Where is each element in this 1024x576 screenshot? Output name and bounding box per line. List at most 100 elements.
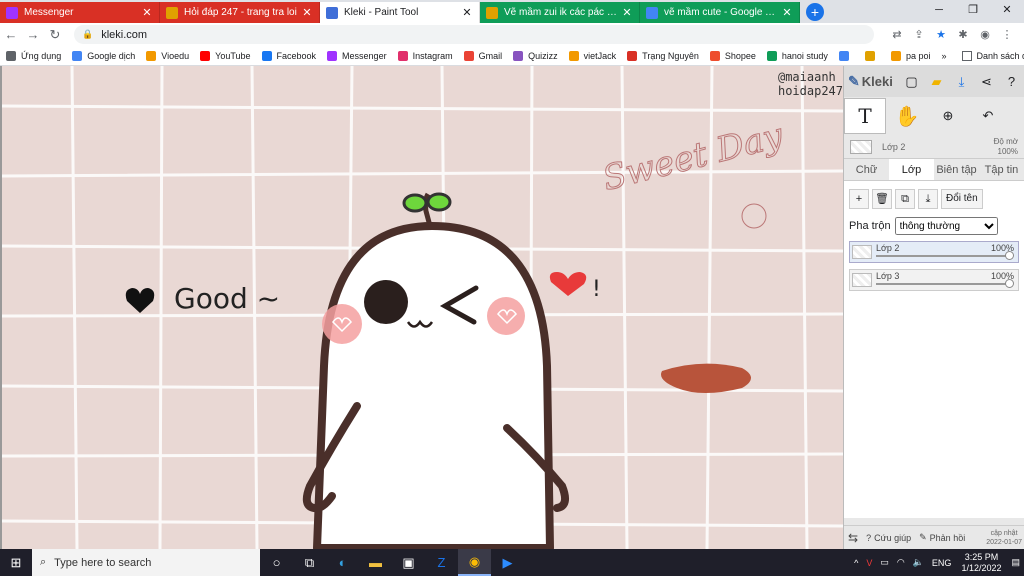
layer-item[interactable]: Lớp 2 100% bbox=[849, 241, 1019, 263]
bookmark-item-l[interactable] bbox=[838, 50, 854, 61]
close-tab-icon[interactable]: ✕ bbox=[781, 6, 793, 19]
bookmark-item[interactable]: vietJack bbox=[568, 50, 616, 61]
store-icon[interactable]: ▣ bbox=[392, 549, 425, 576]
profile-icon[interactable]: ◉ bbox=[974, 28, 996, 41]
zoom-icon[interactable]: ▶ bbox=[491, 549, 524, 576]
drawing-canvas[interactable]: Sweet Day ! @maiaanh hoidap247 Good ~ bbox=[0, 66, 843, 549]
browser-tab[interactable]: Kleki - Paint Tool ✕ bbox=[320, 2, 480, 23]
zalo-icon[interactable]: Z bbox=[425, 549, 458, 576]
close-tab-icon[interactable]: ✕ bbox=[461, 6, 473, 19]
add-layer-icon[interactable]: + bbox=[849, 189, 869, 209]
layer-item[interactable]: Lớp 3 100% bbox=[849, 269, 1019, 291]
blend-mode-select[interactable]: thông thường bbox=[894, 217, 998, 235]
bookmark-item[interactable]: Gmail bbox=[463, 50, 502, 61]
text-tool[interactable]: T bbox=[844, 98, 886, 134]
layer-opacity-knob[interactable] bbox=[1005, 251, 1014, 260]
edge-icon[interactable]: ◐ bbox=[326, 549, 359, 576]
bookmark-item[interactable]: Vioedu bbox=[146, 50, 189, 61]
close-tab-icon[interactable]: ✕ bbox=[301, 6, 313, 19]
more-bookmarks-button[interactable]: » bbox=[941, 51, 946, 61]
help-icon[interactable]: ? bbox=[999, 74, 1024, 90]
task-view-icon[interactable]: ⧉ bbox=[293, 549, 326, 576]
bookmark-icon bbox=[72, 50, 83, 61]
bookmark-icon bbox=[766, 50, 777, 61]
bookmark-item[interactable]: Shopee bbox=[709, 50, 756, 61]
swap-icon[interactable]: ⇆ bbox=[848, 531, 858, 545]
bookmark-item[interactable]: Instagram bbox=[397, 50, 453, 61]
chrome-icon[interactable]: ◉ bbox=[458, 549, 491, 576]
translate-icon[interactable]: ⇄ bbox=[886, 28, 908, 41]
restore-icon[interactable]: ❐ bbox=[956, 0, 990, 21]
extensions-icon[interactable]: ✱ bbox=[952, 28, 974, 41]
save-icon[interactable]: ▰ bbox=[924, 74, 949, 90]
close-tab-icon[interactable]: ✕ bbox=[621, 6, 633, 19]
rename-button[interactable]: Đổi tên bbox=[941, 189, 983, 209]
tool-row: T ✋ ⊕ ↶ bbox=[844, 97, 1024, 135]
close-tab-icon[interactable]: ✕ bbox=[141, 6, 153, 19]
bookmark-item[interactable]: hanoi study bbox=[766, 50, 828, 61]
kleki-logo-icon: ✎ bbox=[848, 73, 860, 89]
volume-icon[interactable]: 🔈 bbox=[913, 557, 924, 568]
star-icon[interactable]: ★ bbox=[930, 28, 952, 41]
layer-opacity-knob[interactable] bbox=[1005, 279, 1014, 288]
browser-tab[interactable]: Messenger ✕ bbox=[0, 2, 160, 23]
current-layer-info: Lớp 2 Độ mờ 100% bbox=[844, 135, 1024, 159]
close-window-icon[interactable]: ✕ bbox=[990, 0, 1024, 21]
share-icon[interactable]: ⋖ bbox=[974, 74, 999, 90]
bookmark-icon bbox=[327, 50, 338, 61]
vivaldi-icon[interactable]: V bbox=[866, 558, 872, 568]
feedback-button[interactable]: ✎ Phản hồi bbox=[919, 532, 965, 543]
bookmark-item-pa-poi[interactable]: pa poi bbox=[890, 50, 930, 61]
file-explorer-icon[interactable]: ▬ bbox=[359, 549, 392, 576]
delete-layer-icon[interactable]: 🗑 bbox=[872, 189, 892, 209]
reload-icon[interactable]: ↻ bbox=[44, 27, 66, 43]
browser-tab[interactable]: Vẽ mầm zui ik các pác ~3~ câu hỏi✕ bbox=[480, 2, 640, 23]
layers-panel: + 🗑 ⧉ ⤓ Đổi tên Pha trộn thông thường Lớ… bbox=[844, 181, 1024, 518]
browser-tab[interactable]: vẽ mầm cute - Google Tìm kiếm✕ bbox=[640, 2, 800, 23]
kleki-icon bbox=[326, 6, 338, 19]
undo-icon[interactable]: ↶ bbox=[968, 108, 1008, 124]
bookmark-item[interactable]: Messenger bbox=[327, 50, 387, 61]
kleki-logo: ✎ Kleki bbox=[848, 73, 893, 89]
zoom-in-icon[interactable]: ⊕ bbox=[928, 108, 968, 124]
bookmark-item[interactable]: YouTube bbox=[200, 50, 251, 61]
bookmark-item[interactable]: Quizizz bbox=[513, 50, 558, 61]
back-icon[interactable]: ← bbox=[0, 27, 22, 42]
windows-start-icon[interactable]: ⊞ bbox=[0, 555, 32, 571]
menu-icon[interactable]: ⋮ bbox=[996, 28, 1018, 41]
hand-tool[interactable]: ✋ bbox=[886, 98, 928, 134]
reading-list-button[interactable]: Danh sách đọc bbox=[976, 51, 1024, 61]
cortana-icon[interactable]: ○ bbox=[260, 549, 293, 576]
layer-opacity-slider[interactable] bbox=[876, 255, 1008, 257]
taskbar-search[interactable]: ⌕ Type here to search bbox=[32, 549, 260, 576]
panel-tab[interactable]: Tập tin bbox=[979, 159, 1024, 180]
share-icon[interactable]: ⇪ bbox=[908, 28, 930, 41]
tray-chevron-icon[interactable]: ^ bbox=[854, 558, 858, 568]
browser-tab[interactable]: Hỏi đáp 247 - trang tra loi ✕ bbox=[160, 2, 320, 23]
help-button[interactable]: ? Cứu giúp bbox=[866, 533, 911, 543]
bookmark-item[interactable]: Trạng Nguyên bbox=[627, 50, 699, 61]
bookmark-item[interactable]: Facebook bbox=[261, 50, 316, 61]
merge-layer-icon[interactable]: ⤓ bbox=[918, 189, 938, 209]
new-tab-button[interactable]: + bbox=[806, 3, 824, 21]
reading-list-icon bbox=[962, 50, 973, 61]
address-bar[interactable]: 🔒 kleki.com bbox=[74, 25, 874, 44]
panel-tab[interactable]: Chữ bbox=[844, 159, 889, 180]
panel-tab[interactable]: Biên tập bbox=[934, 159, 979, 180]
clock[interactable]: 3:25 PM 1/12/2022 bbox=[961, 552, 1001, 574]
language-indicator[interactable]: ENG bbox=[932, 558, 952, 568]
layer-opacity-slider[interactable] bbox=[876, 283, 1008, 285]
sweet-day-text: Sweet Day bbox=[599, 115, 788, 198]
download-icon[interactable]: ⤓ bbox=[949, 74, 974, 90]
panel-tab[interactable]: Lớp bbox=[889, 159, 934, 180]
forward-icon[interactable]: → bbox=[22, 27, 44, 42]
bookmark-item-h[interactable] bbox=[864, 50, 880, 61]
layer-buttons: + 🗑 ⧉ ⤓ Đổi tên bbox=[849, 189, 1019, 209]
bookmark-item[interactable]: Ứng dụng bbox=[6, 50, 61, 61]
tool-panel: ✎ Kleki ▢ ▰ ⤓ ⋖ ? T ✋ ⊕ ↶ Lớp 2 Độ mờ 100… bbox=[843, 66, 1024, 549]
new-file-icon[interactable]: ▢ bbox=[899, 74, 924, 90]
bookmark-item[interactable]: Google dịch bbox=[72, 50, 135, 61]
minimize-icon[interactable]: ─ bbox=[922, 0, 956, 21]
notification-icon[interactable]: ▤ bbox=[1011, 557, 1020, 568]
duplicate-layer-icon[interactable]: ⧉ bbox=[895, 189, 915, 209]
